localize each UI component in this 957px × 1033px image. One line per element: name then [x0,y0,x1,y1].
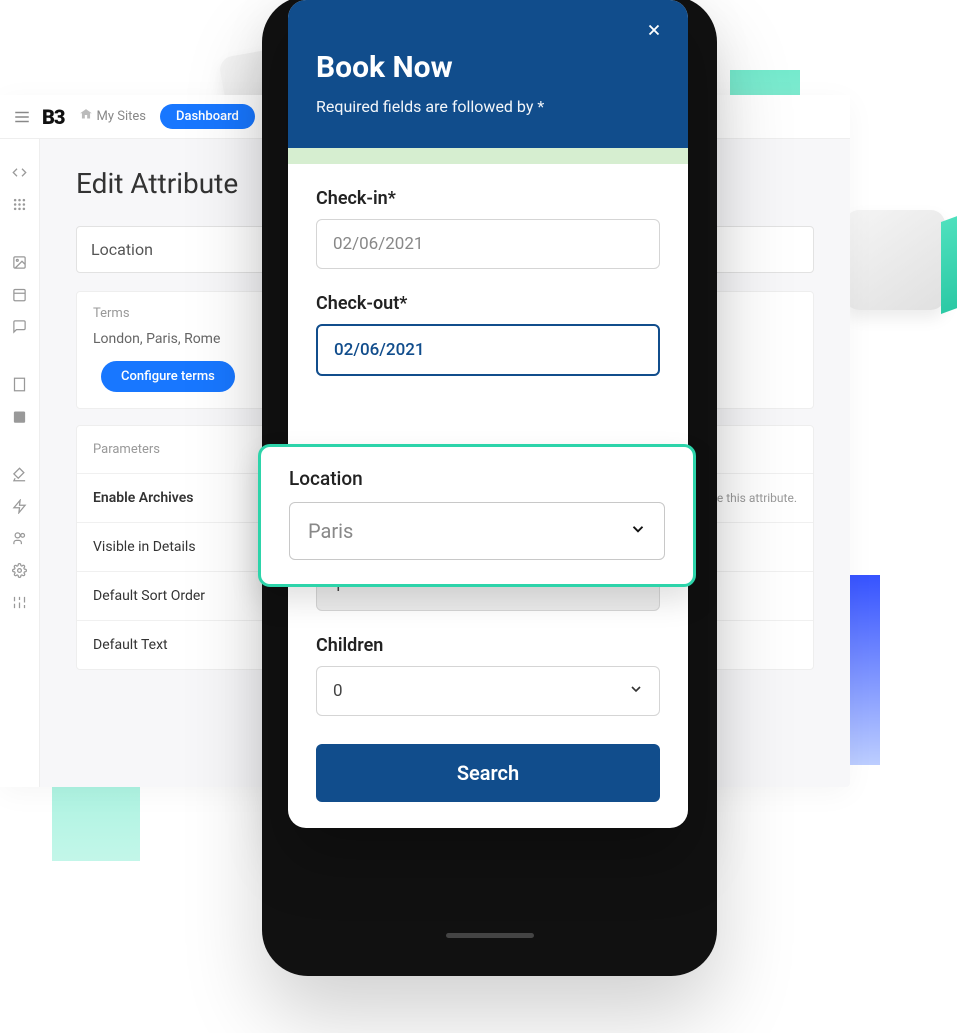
hamburger-icon[interactable] [10,105,34,129]
my-sites-label: My Sites [97,109,146,124]
param-label: Default Sort Order [93,588,205,604]
location-select[interactable]: Paris [289,502,665,560]
modal-subtitle: Required fields are followed by * [316,97,660,116]
chevron-down-icon [629,520,647,542]
paint-icon[interactable] [11,465,29,483]
building-icon[interactable] [11,375,29,393]
calendar2-icon[interactable] [11,407,29,425]
calendar-icon[interactable] [11,285,29,303]
configure-terms-button[interactable]: Configure terms [101,361,235,392]
gear-icon[interactable] [11,561,29,579]
param-label: Enable Archives [93,490,193,506]
search-button[interactable]: Search [316,744,660,802]
children-select[interactable]: 0 [316,666,660,716]
bolt-icon[interactable] [11,497,29,515]
booking-modal: Book Now Required fields are followed by… [288,0,688,828]
modal-title: Book Now [316,50,660,85]
sliders-icon[interactable] [11,593,29,611]
my-sites-link[interactable]: My Sites [79,108,146,126]
checkin-input[interactable] [316,219,660,269]
grid-icon[interactable] [11,195,29,213]
checkout-label: Check-out* [316,293,660,314]
checkout-input[interactable] [316,324,660,376]
param-label: Visible in Details [93,539,196,555]
sites-icon [79,108,93,126]
checkin-label: Check-in* [316,188,660,209]
brand-logo: B3 [42,105,65,129]
comment-icon[interactable] [11,317,29,335]
location-highlight: Location Paris [258,444,696,587]
users-icon[interactable] [11,529,29,547]
modal-accent-bar [288,148,688,164]
admin-sidebar [0,139,40,787]
modal-header: Book Now Required fields are followed by… [288,0,688,148]
dashboard-pill[interactable]: Dashboard [160,104,255,129]
children-label: Children [316,635,660,656]
code-icon[interactable] [11,163,29,181]
decorative-cube [845,210,945,310]
image-icon[interactable] [11,253,29,271]
location-label: Location [289,467,665,490]
param-label: Default Text [93,637,168,653]
close-button[interactable] [642,18,666,42]
